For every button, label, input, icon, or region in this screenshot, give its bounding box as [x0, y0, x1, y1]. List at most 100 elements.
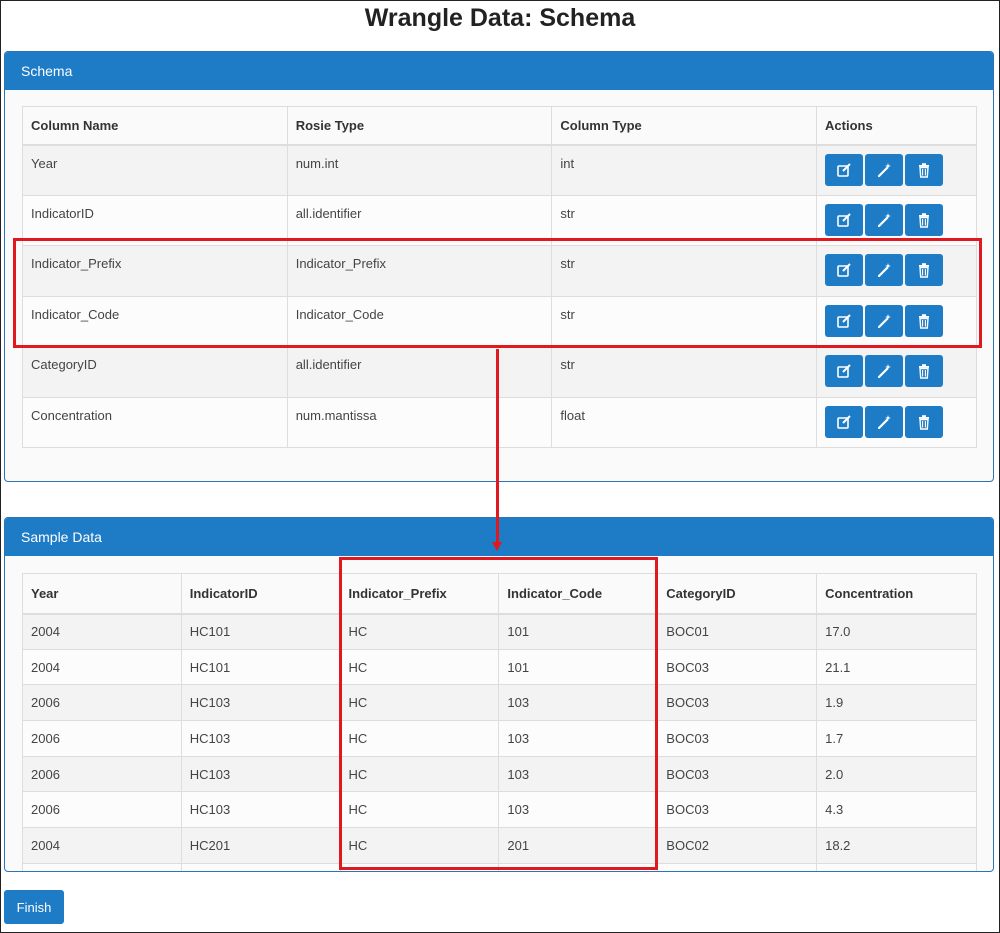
indicator-prefix-cell: HC — [339, 648, 500, 686]
delete-button[interactable] — [905, 304, 944, 337]
category-id-cell: BOC03 — [657, 684, 818, 722]
concentration-cell: 17.0 — [816, 613, 977, 650]
year-header: Year — [22, 573, 182, 615]
delete-button[interactable] — [905, 355, 944, 387]
empty-cell — [339, 862, 500, 871]
indicator-code-cell: 103 — [498, 755, 659, 793]
schema-row: Concentration num.mantissa float — [22, 396, 977, 448]
schema-column-type-cell: float — [551, 396, 818, 448]
category-id-cell: BOC03 — [657, 791, 818, 829]
concentration-cell: 21.1 — [816, 648, 977, 686]
indicator-prefix-cell: HC — [339, 613, 500, 650]
schema-column-type-cell: str — [551, 194, 818, 246]
schema-actions-cell — [816, 245, 977, 297]
year-cell: 2006 — [22, 720, 182, 757]
indicator-prefix-cell: HC — [339, 755, 500, 793]
transform-button[interactable] — [865, 355, 904, 387]
indicator-id-header: IndicatorID — [180, 573, 341, 615]
schema-column-type-cell: str — [551, 346, 818, 398]
schema-rosie-type-cell: all.identifier — [286, 346, 553, 398]
sample-data-table: Year IndicatorID Indicator_Prefix Indicator… — [22, 573, 977, 871]
indicator-prefix-cell: HC — [339, 720, 500, 757]
delete-button[interactable] — [905, 153, 944, 186]
concentration-header: Concentration — [816, 573, 977, 615]
schema-panel: Schema Column Name Rosie Type Column Typ… — [4, 51, 994, 482]
sample-row: 2006 HC103 HC 103 BOC03 2.0 — [22, 755, 977, 793]
schema-row: CategoryID all.identifier str — [22, 346, 977, 398]
indicator-code-cell: 101 — [498, 613, 659, 650]
transform-button[interactable] — [865, 304, 904, 337]
indicator-id-cell: HC101 — [180, 613, 341, 650]
concentration-cell: 18.2 — [816, 827, 977, 864]
indicator-id-cell: HC103 — [180, 720, 341, 757]
delete-button[interactable] — [905, 254, 944, 286]
schema-rosie-type-cell: all.identifier — [286, 194, 553, 246]
schema-rosie-type-cell: Indicator_Prefix — [286, 245, 553, 297]
edit-button[interactable] — [825, 254, 864, 286]
edit-button[interactable] — [825, 153, 864, 186]
sample-row: 2004 HC101 HC 101 BOC01 17.0 — [22, 613, 977, 650]
year-cell: 2006 — [22, 755, 182, 793]
schema-table: Column Name Rosie Type Column Type Actio… — [22, 106, 977, 448]
indicator-id-cell: HC103 — [180, 791, 341, 829]
edit-button[interactable] — [825, 355, 864, 387]
empty-cell — [22, 862, 182, 871]
sample-row: 2004 HC201 HC 201 BOC02 18.2 — [22, 827, 977, 864]
category-id-cell: BOC03 — [657, 755, 818, 793]
finish-button[interactable]: Finish — [4, 890, 64, 924]
schema-actions-cell — [816, 194, 977, 246]
delete-button[interactable] — [905, 405, 944, 438]
schema-panel-heading: Schema — [5, 52, 993, 90]
schema-row: Indicator_Code Indicator_Code str — [22, 295, 977, 347]
empty-cell — [498, 862, 659, 871]
indicator-code-cell: 101 — [498, 648, 659, 686]
indicator-prefix-cell: HC — [339, 684, 500, 722]
category-id-header: CategoryID — [657, 573, 818, 615]
transform-button[interactable] — [865, 153, 904, 186]
year-cell: 2004 — [22, 827, 182, 864]
schema-column-name-cell: Indicator_Prefix — [22, 245, 288, 297]
category-id-cell: BOC03 — [657, 720, 818, 757]
indicator-prefix-header: Indicator_Prefix — [339, 573, 500, 615]
indicator-id-cell: HC201 — [180, 827, 341, 864]
sample-row: 2004 HC101 HC 101 BOC03 21.1 — [22, 648, 977, 686]
sample-row: 2006 HC103 HC 103 BOC03 4.3 — [22, 791, 977, 829]
column-name-header: Column Name — [22, 106, 288, 146]
schema-row: Year num.int int — [22, 144, 977, 196]
schema-rosie-type-cell: num.mantissa — [286, 396, 553, 448]
indicator-code-cell: 201 — [498, 827, 659, 864]
schema-column-name-cell: CategoryID — [22, 346, 288, 398]
schema-actions-cell — [816, 295, 977, 347]
empty-cell — [657, 862, 818, 871]
year-cell: 2004 — [22, 613, 182, 650]
edit-button[interactable] — [825, 405, 864, 438]
empty-cell — [816, 862, 977, 871]
concentration-cell: 2.0 — [816, 755, 977, 793]
category-id-cell: BOC01 — [657, 613, 818, 650]
concentration-cell: 1.7 — [816, 720, 977, 757]
column-type-header: Column Type — [551, 106, 818, 146]
concentration-cell: 1.9 — [816, 684, 977, 722]
schema-row: IndicatorID all.identifier str — [22, 194, 977, 246]
delete-button[interactable] — [905, 203, 944, 236]
transform-button[interactable] — [865, 254, 904, 286]
schema-column-type-cell: str — [551, 295, 818, 347]
schema-rosie-type-cell: num.int — [286, 144, 553, 196]
category-id-cell: BOC02 — [657, 827, 818, 864]
sample-header-row: Year IndicatorID Indicator_Prefix Indicator… — [22, 573, 977, 615]
indicator-prefix-cell: HC — [339, 791, 500, 829]
empty-cell — [180, 862, 341, 871]
sample-data-panel: Sample Data Year IndicatorID Indicator_Pre… — [4, 517, 994, 872]
year-cell: 2004 — [22, 648, 182, 686]
edit-button[interactable] — [825, 203, 864, 236]
schema-header-row: Column Name Rosie Type Column Type Actio… — [22, 106, 977, 146]
schema-column-type-cell: int — [551, 144, 818, 196]
edit-button[interactable] — [825, 304, 864, 337]
rosie-type-header: Rosie Type — [286, 106, 553, 146]
indicator-code-cell: 103 — [498, 684, 659, 722]
transform-button[interactable] — [865, 405, 904, 438]
sample-row-partial — [22, 862, 977, 871]
sample-row: 2006 HC103 HC 103 BOC03 1.7 — [22, 720, 977, 757]
schema-rosie-type-cell: Indicator_Code — [286, 295, 553, 347]
transform-button[interactable] — [865, 203, 904, 236]
